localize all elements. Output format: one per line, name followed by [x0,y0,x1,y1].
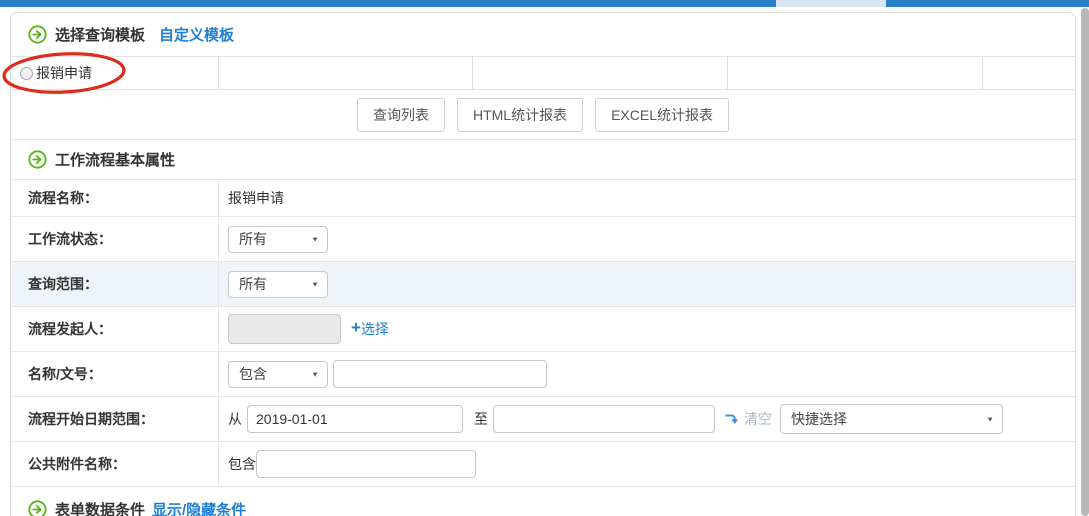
date-from-input[interactable] [247,405,463,433]
template-radio[interactable] [20,67,33,80]
vertical-scrollbar[interactable] [1081,8,1089,516]
green-arrow-icon [28,150,47,169]
workflow-status-label: 工作流状态： [11,217,219,261]
show-hide-conditions-link[interactable]: 显示/隐藏条件 [152,499,246,516]
chevron-down-icon: ▼ [311,370,319,378]
quick-select-dropdown[interactable]: 快捷选择 ▼ [780,404,1003,434]
initiator-label: 流程发起人： [11,307,219,351]
date-range-row: 流程开始日期范围： 从 至 清空 快捷选择 ▼ [11,397,1075,442]
chevron-down-icon: ▼ [986,415,994,423]
date-to-label: 至 [474,409,488,429]
date-from-label: 从 [228,409,242,429]
template-section-header: 选择查询模板 自定义模板 [11,13,1075,57]
query-scope-selected: 所有 [239,274,267,294]
query-panel: 选择查询模板 自定义模板 报销申请 查询列表 HTML统计报表 EXCEL统计报… [10,12,1076,516]
html-report-button[interactable]: HTML统计报表 [457,98,583,132]
excel-report-button[interactable]: EXCEL统计报表 [595,98,729,132]
green-arrow-icon [28,500,47,516]
attachment-label: 公共附件名称： [11,442,219,486]
workflow-status-row: 工作流状态： 所有 ▼ [11,217,1075,262]
template-empty-cell [219,57,473,89]
initiator-select-link[interactable]: 选择 [361,319,389,339]
name-doc-operator: 包含 [239,364,267,384]
attachment-row: 公共附件名称： 包含 [11,442,1075,487]
process-name-row: 流程名称： 报销申请 [11,180,1075,217]
template-radio-label[interactable]: 报销申请 [36,63,92,83]
workflow-status-selected: 所有 [239,229,267,249]
basic-section-title: 工作流程基本属性 [55,149,175,170]
name-doc-label: 名称/文号： [11,352,219,396]
custom-template-link[interactable]: 自定义模板 [159,24,234,45]
template-empty-cell [983,57,1075,89]
chevron-down-icon: ▼ [311,280,319,288]
attachment-operator: 包含 [228,454,256,474]
action-button-row: 查询列表 HTML统计报表 EXCEL统计报表 [11,90,1075,140]
clear-arrow-icon[interactable] [724,412,739,426]
query-list-button[interactable]: 查询列表 [357,98,445,132]
name-doc-input[interactable] [333,360,547,388]
date-range-label: 流程开始日期范围： [11,397,219,441]
clear-link[interactable]: 清空 [744,409,772,429]
template-empty-cell [473,57,728,89]
date-to-input[interactable] [493,405,715,433]
query-scope-select[interactable]: 所有 ▼ [228,271,328,298]
workflow-status-select[interactable]: 所有 ▼ [228,226,328,253]
template-empty-cell [728,57,983,89]
basic-section-header: 工作流程基本属性 [11,140,1075,180]
green-arrow-icon [28,25,47,44]
query-scope-row: 查询范围： 所有 ▼ [11,262,1075,307]
initiator-row: 流程发起人： + 选择 [11,307,1075,352]
attachment-input[interactable] [256,450,476,478]
quick-select-value: 快捷选择 [791,409,847,429]
template-item[interactable]: 报销申请 [11,57,219,89]
form-section-header: 表单数据条件 显示/隐藏条件 [11,487,1075,516]
chevron-down-icon: ▼ [311,235,319,243]
name-doc-operator-select[interactable]: 包含 ▼ [228,361,328,388]
template-section-title: 选择查询模板 [55,24,145,45]
plus-icon[interactable]: + [351,319,361,336]
query-scope-label: 查询范围： [11,262,219,306]
template-list-row: 报销申请 [11,57,1075,90]
process-name-label: 流程名称： [11,180,219,216]
top-tab-bar [0,0,1089,7]
process-name-value: 报销申请 [228,188,284,208]
initiator-input [228,314,341,344]
form-section-title: 表单数据条件 [55,499,145,516]
active-tab-indicator[interactable] [776,0,886,7]
name-doc-row: 名称/文号： 包含 ▼ [11,352,1075,397]
